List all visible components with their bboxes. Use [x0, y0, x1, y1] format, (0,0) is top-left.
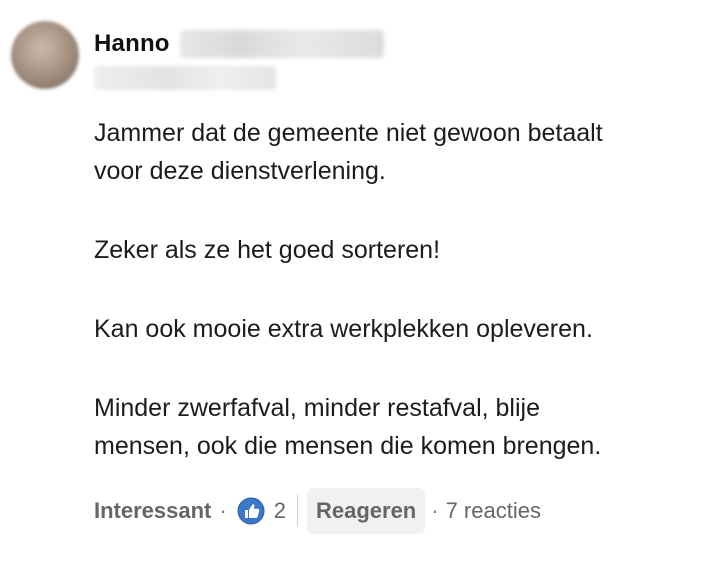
comment-line: mensen, ook die mensen die komen brengen…	[94, 432, 602, 460]
reply-button[interactable]: Reageren	[306, 488, 426, 534]
comment-actions: Interessant · 2 Reageren · 7 reacties	[94, 488, 541, 534]
replies-count-link[interactable]: 7 reacties	[446, 498, 541, 524]
separator-dot: ·	[431, 498, 439, 523]
comment-paragraph: Zeker als ze het goed sorteren!	[94, 231, 704, 269]
comment-paragraph: Kan ook mooie extra werkplekken oplevere…	[94, 310, 704, 348]
comment-line: Kan ook mooie extra werkplekken oplevere…	[94, 315, 593, 343]
comment-body: Jammer dat de gemeente niet gewoon betaa…	[94, 114, 704, 465]
react-interessant-button[interactable]: Interessant	[94, 498, 211, 524]
comment-line: Minder zwerfafval, minder restafval, bli…	[94, 394, 540, 422]
comment-paragraph: Jammer dat de gemeente niet gewoon betaa…	[94, 114, 704, 190]
thumbs-up-icon[interactable]	[237, 497, 265, 525]
author-name[interactable]: Hanno	[94, 30, 170, 58]
comment-line: Jammer dat de gemeente niet gewoon betaa…	[94, 119, 603, 147]
separator-dot: ·	[219, 498, 227, 523]
redacted-author-meta	[94, 66, 276, 90]
avatar[interactable]	[11, 21, 79, 89]
comment-paragraph: Minder zwerfafval, minder restafval, bli…	[94, 389, 704, 465]
comment-line: Zeker als ze het goed sorteren!	[94, 236, 441, 264]
redacted-author-surname	[179, 30, 384, 58]
comment-line: voor deze dienstverlening.	[94, 157, 386, 185]
reaction-count[interactable]: 2	[274, 498, 286, 524]
divider	[296, 495, 298, 527]
author-row: Hanno	[94, 26, 384, 62]
